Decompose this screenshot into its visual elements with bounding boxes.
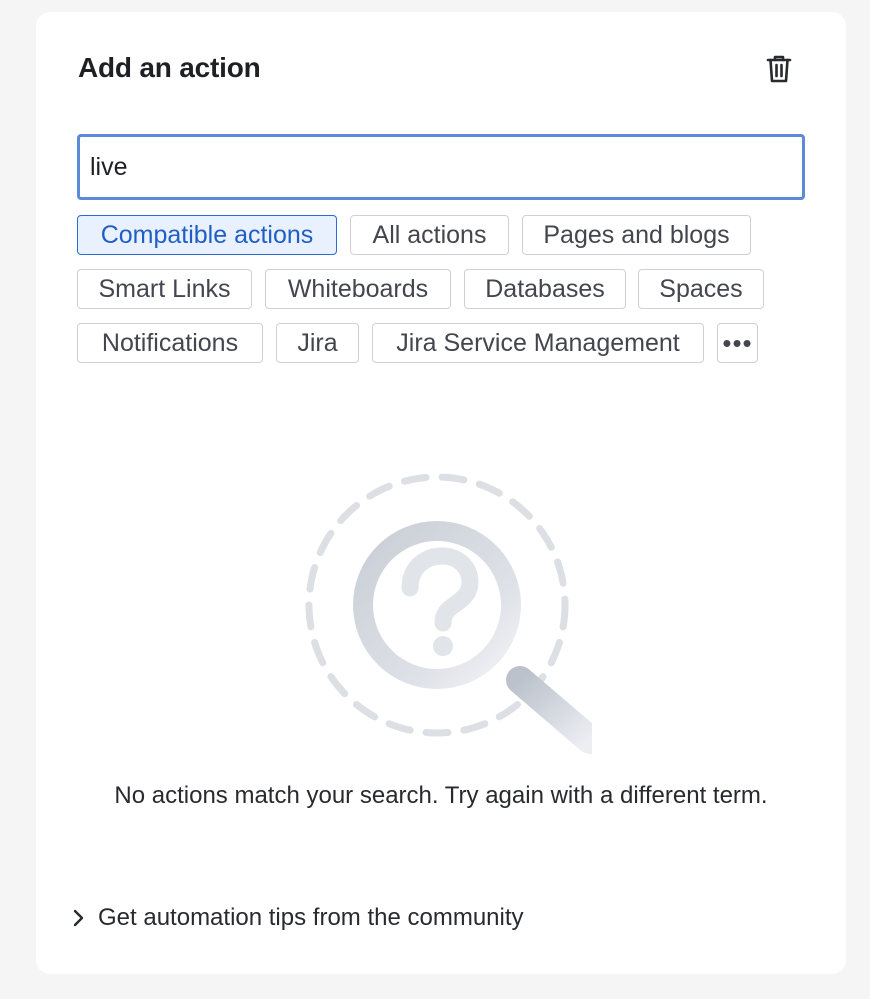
filter-jira[interactable]: Jira	[276, 323, 359, 363]
empty-state-message: No actions match your search. Try again …	[114, 782, 768, 809]
panel-title: Add an action	[78, 52, 261, 83]
search-input[interactable]	[77, 134, 805, 200]
automation-tips-toggle[interactable]: Get automation tips from the community	[70, 904, 524, 932]
filter-compatible-actions[interactable]: Compatible actions	[77, 215, 337, 255]
filter-jira-service-management[interactable]: Jira Service Management	[372, 323, 704, 363]
filter-pages-and-blogs[interactable]: Pages and blogs	[522, 215, 751, 255]
more-filters-button[interactable]: •••	[717, 323, 758, 363]
filter-spaces[interactable]: Spaces	[638, 269, 764, 309]
more-horizontal-icon: •••	[722, 327, 753, 358]
automation-tips-label: Get automation tips from the community	[98, 904, 524, 931]
filter-whiteboards[interactable]: Whiteboards	[265, 269, 451, 309]
chevron-right-icon	[70, 908, 86, 928]
filter-smart-links[interactable]: Smart Links	[77, 269, 252, 309]
trash-icon	[766, 55, 792, 83]
filter-databases[interactable]: Databases	[464, 269, 626, 309]
filter-notifications[interactable]: Notifications	[77, 323, 263, 363]
add-action-panel: Add an action Compatible actions All act…	[36, 12, 846, 974]
magnifier-question-icon	[302, 470, 604, 760]
filter-all-actions[interactable]: All actions	[350, 215, 509, 255]
delete-button[interactable]	[762, 52, 796, 86]
